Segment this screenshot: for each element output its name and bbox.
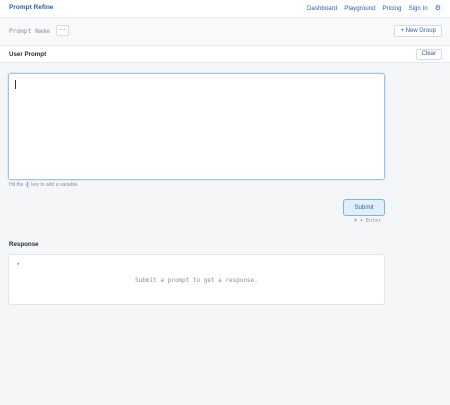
nav-links: Dashboard Playground Pricing Sign In ⚙ <box>307 4 441 13</box>
gear-icon[interactable]: ⚙ <box>435 4 441 12</box>
nav-link-sign-in[interactable]: Sign In <box>408 5 427 12</box>
response-title: Response <box>9 241 39 248</box>
hint-key: { <box>24 182 30 188</box>
nav-link-dashboard[interactable]: Dashboard <box>307 5 337 12</box>
nav-link-playground[interactable]: Playground <box>344 5 375 12</box>
submit-shortcut: ⌘ + Enter <box>354 218 382 224</box>
hint-text-before: Hit the <box>9 182 24 188</box>
user-prompt-title: User Prompt <box>9 51 47 58</box>
top-nav: Prompt Refine Dashboard Playground Prici… <box>0 0 450 18</box>
user-prompt-input[interactable] <box>8 73 385 180</box>
brand-logo-text[interactable]: Prompt Refine <box>9 4 53 11</box>
more-options-button[interactable]: ··· <box>56 25 69 36</box>
user-prompt-header: User Prompt Clear <box>0 46 450 63</box>
clear-button[interactable]: Clear <box>415 49 442 60</box>
submit-button[interactable]: Submit <box>343 199 385 216</box>
text-caret <box>15 80 16 89</box>
response-panel: * Submit a prompt to get a response. <box>8 254 385 305</box>
variable-hint: Hit the { key to add a variable. <box>9 182 79 188</box>
nav-link-pricing[interactable]: Pricing <box>383 5 402 12</box>
prompt-name-field[interactable]: Prompt Name <box>9 28 50 35</box>
sparkle-icon: * <box>17 263 20 269</box>
prompt-name-bar: Prompt Name ··· + New Group <box>0 18 450 46</box>
new-group-button[interactable]: + New Group <box>394 25 442 37</box>
hint-text-after: key to add a variable. <box>31 182 79 188</box>
response-empty-text: Submit a prompt to get a response. <box>135 277 258 284</box>
